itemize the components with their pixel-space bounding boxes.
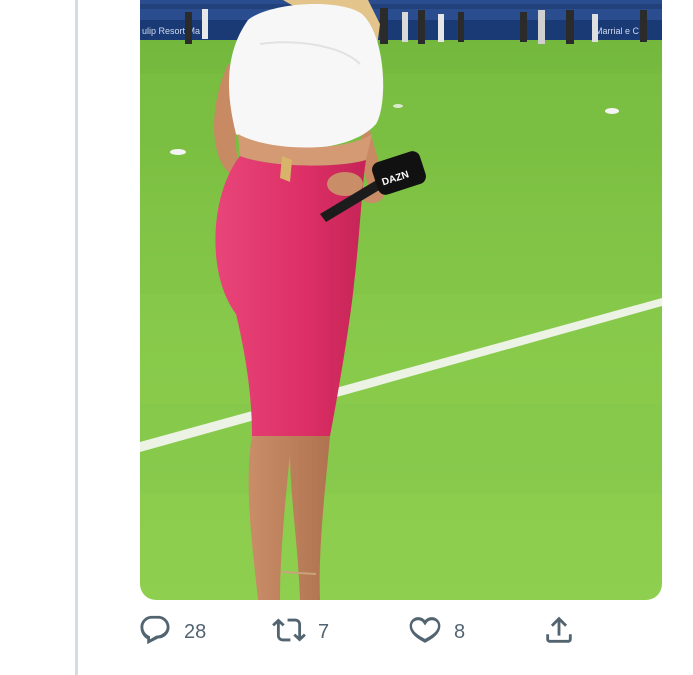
heart-icon (408, 613, 442, 652)
retweet-count: 7 (318, 620, 330, 643)
reply-bubble-icon (138, 613, 172, 652)
banner-text-right: Marrial e C (595, 26, 640, 36)
reply-button[interactable]: 28 (138, 612, 206, 652)
tweet-action-bar: 28 7 8 (138, 612, 588, 652)
like-button[interactable]: 8 (408, 612, 465, 652)
tweet-photo[interactable]: ulip Resort Ma Marrial e C DAZN (140, 0, 662, 600)
share-button[interactable] (542, 612, 576, 652)
like-count: 8 (454, 620, 466, 643)
share-upload-icon (542, 613, 576, 652)
retweet-icon (272, 613, 306, 652)
thread-connector-line (75, 0, 78, 675)
reply-count: 28 (184, 620, 207, 643)
retweet-button[interactable]: 7 (272, 612, 329, 652)
